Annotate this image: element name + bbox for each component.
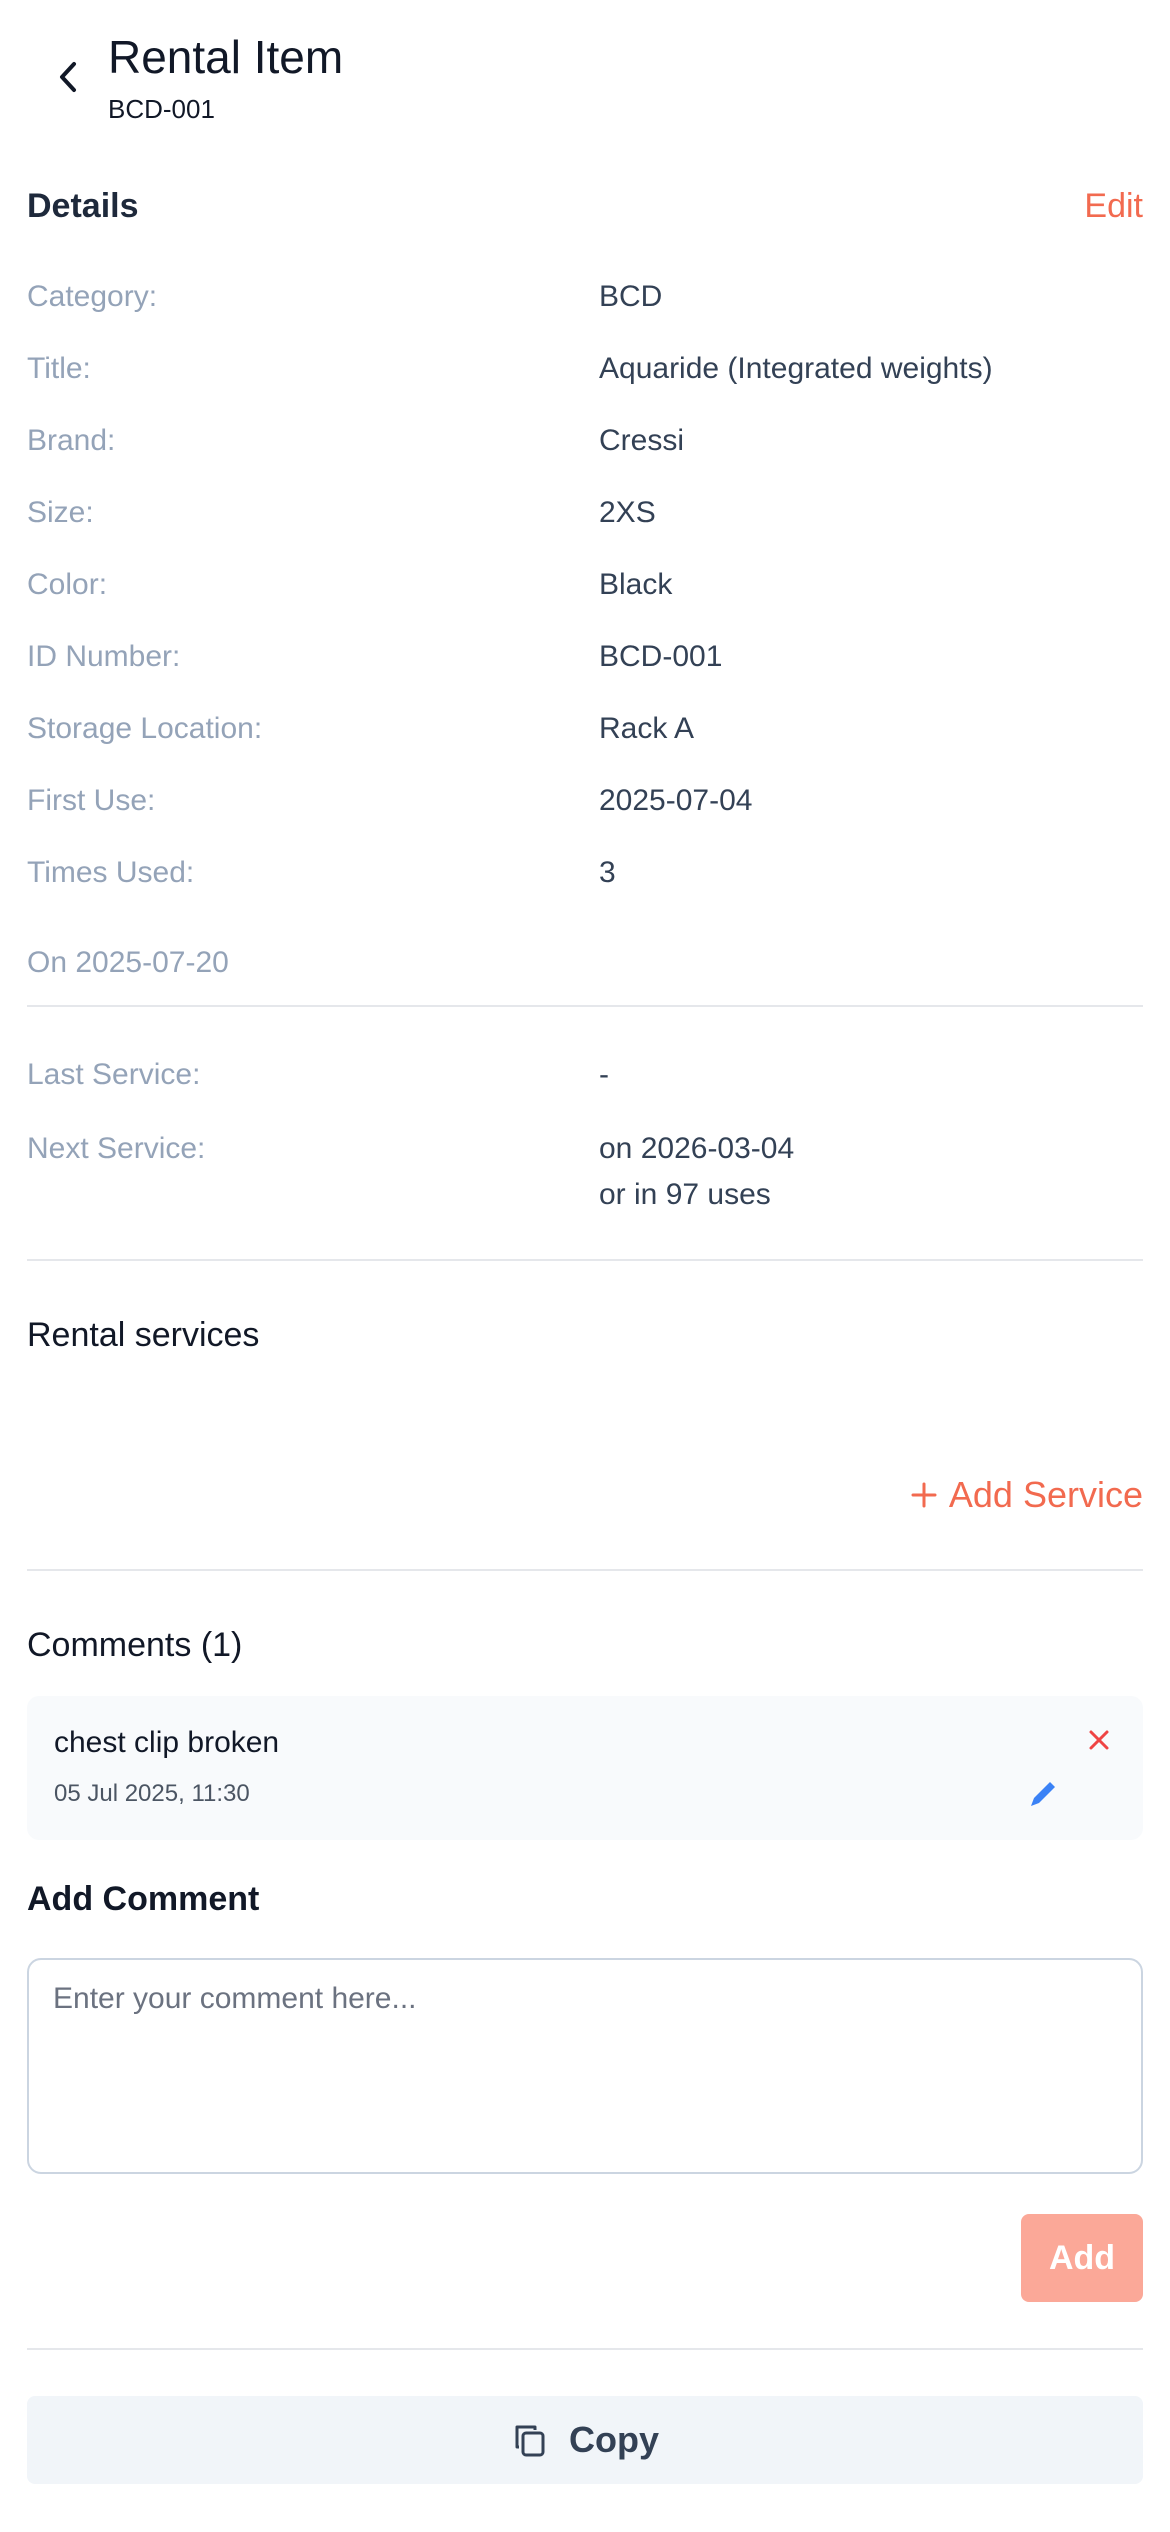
plus-icon: [911, 1482, 937, 1508]
next-service-value: on 2026-03-04 or in 97 uses: [599, 1126, 794, 1218]
detail-value: Black: [599, 568, 673, 601]
close-icon: [1089, 1730, 1109, 1750]
comment-input[interactable]: [27, 1958, 1143, 2174]
detail-value: Aquaride (Integrated weights): [599, 352, 993, 385]
add-service-label: Add Service: [948, 1474, 1143, 1515]
detail-label: Brand:: [27, 424, 116, 457]
detail-value: BCD-001: [599, 640, 723, 673]
next-service-uses: or in 97 uses: [599, 1178, 771, 1211]
copy-label: Copy: [569, 2419, 659, 2460]
rental-services-title: Rental services: [27, 1316, 260, 1354]
comments-title: Comments (1): [27, 1626, 243, 1664]
detail-row-first-use: First Use: 2025-07-04: [27, 784, 1143, 828]
comment-text: chest clip broken: [54, 1726, 280, 1759]
details-title: Details: [27, 186, 139, 225]
add-comment-button[interactable]: Add: [1021, 2214, 1143, 2302]
detail-label: Storage Location:: [27, 712, 263, 745]
pencil-icon: [1031, 1782, 1055, 1806]
last-service-value: -: [599, 1058, 609, 1091]
detail-label: Size:: [27, 496, 94, 529]
detail-row-color: Color: Black: [27, 568, 1143, 612]
detail-row-times-used: Times Used: 3: [27, 856, 1143, 900]
detail-label: Title:: [27, 352, 91, 385]
edit-comment-button[interactable]: [1021, 1772, 1065, 1816]
divider: [27, 1569, 1143, 1571]
back-button[interactable]: [48, 52, 88, 102]
chevron-left-icon: [60, 62, 76, 92]
detail-row-storage-location: Storage Location: Rack A: [27, 712, 1143, 756]
add-comment-title: Add Comment: [27, 1880, 260, 1918]
detail-label: Color:: [27, 568, 108, 601]
next-service-date: on 2026-03-04: [599, 1132, 795, 1165]
next-service-label: Next Service:: [27, 1132, 206, 1165]
detail-value: BCD: [599, 280, 663, 313]
copy-button[interactable]: Copy: [27, 2396, 1143, 2484]
page-title: Rental Item: [108, 31, 344, 83]
details-header: Details Edit: [27, 184, 1143, 228]
detail-label: First Use:: [27, 784, 156, 817]
divider: [27, 2348, 1143, 2350]
divider: [27, 1005, 1143, 1007]
detail-label: Times Used:: [27, 856, 195, 889]
usage-date: On 2025-07-20: [27, 946, 229, 979]
detail-value: Rack A: [599, 712, 695, 745]
detail-value: 2025-07-04: [599, 784, 753, 817]
detail-label: Category:: [27, 280, 158, 313]
detail-value: 2XS: [599, 496, 656, 529]
edit-button[interactable]: Edit: [1084, 187, 1143, 226]
detail-row-size: Size: 2XS: [27, 496, 1143, 540]
header: Rental Item BCD-001: [0, 0, 1170, 150]
last-service-label: Last Service:: [27, 1058, 201, 1091]
detail-label: ID Number:: [27, 640, 181, 673]
comment-card: chest clip broken 05 Jul 2025, 11:30: [27, 1696, 1143, 1840]
detail-value: 3: [599, 856, 616, 889]
page-subtitle: BCD-001: [108, 94, 215, 124]
detail-row-category: Category: BCD: [27, 280, 1143, 324]
divider: [27, 1259, 1143, 1261]
detail-value: Cressi: [599, 424, 685, 457]
add-service-button[interactable]: Add Service: [911, 1474, 1143, 1516]
detail-row-brand: Brand: Cressi: [27, 424, 1143, 468]
detail-row-id-number: ID Number: BCD-001: [27, 640, 1143, 684]
comment-date: 05 Jul 2025, 11:30: [54, 1780, 250, 1807]
detail-row-title: Title: Aquaride (Integrated weights): [27, 352, 1143, 396]
delete-comment-button[interactable]: [1081, 1722, 1117, 1758]
copy-icon: [515, 2425, 545, 2457]
